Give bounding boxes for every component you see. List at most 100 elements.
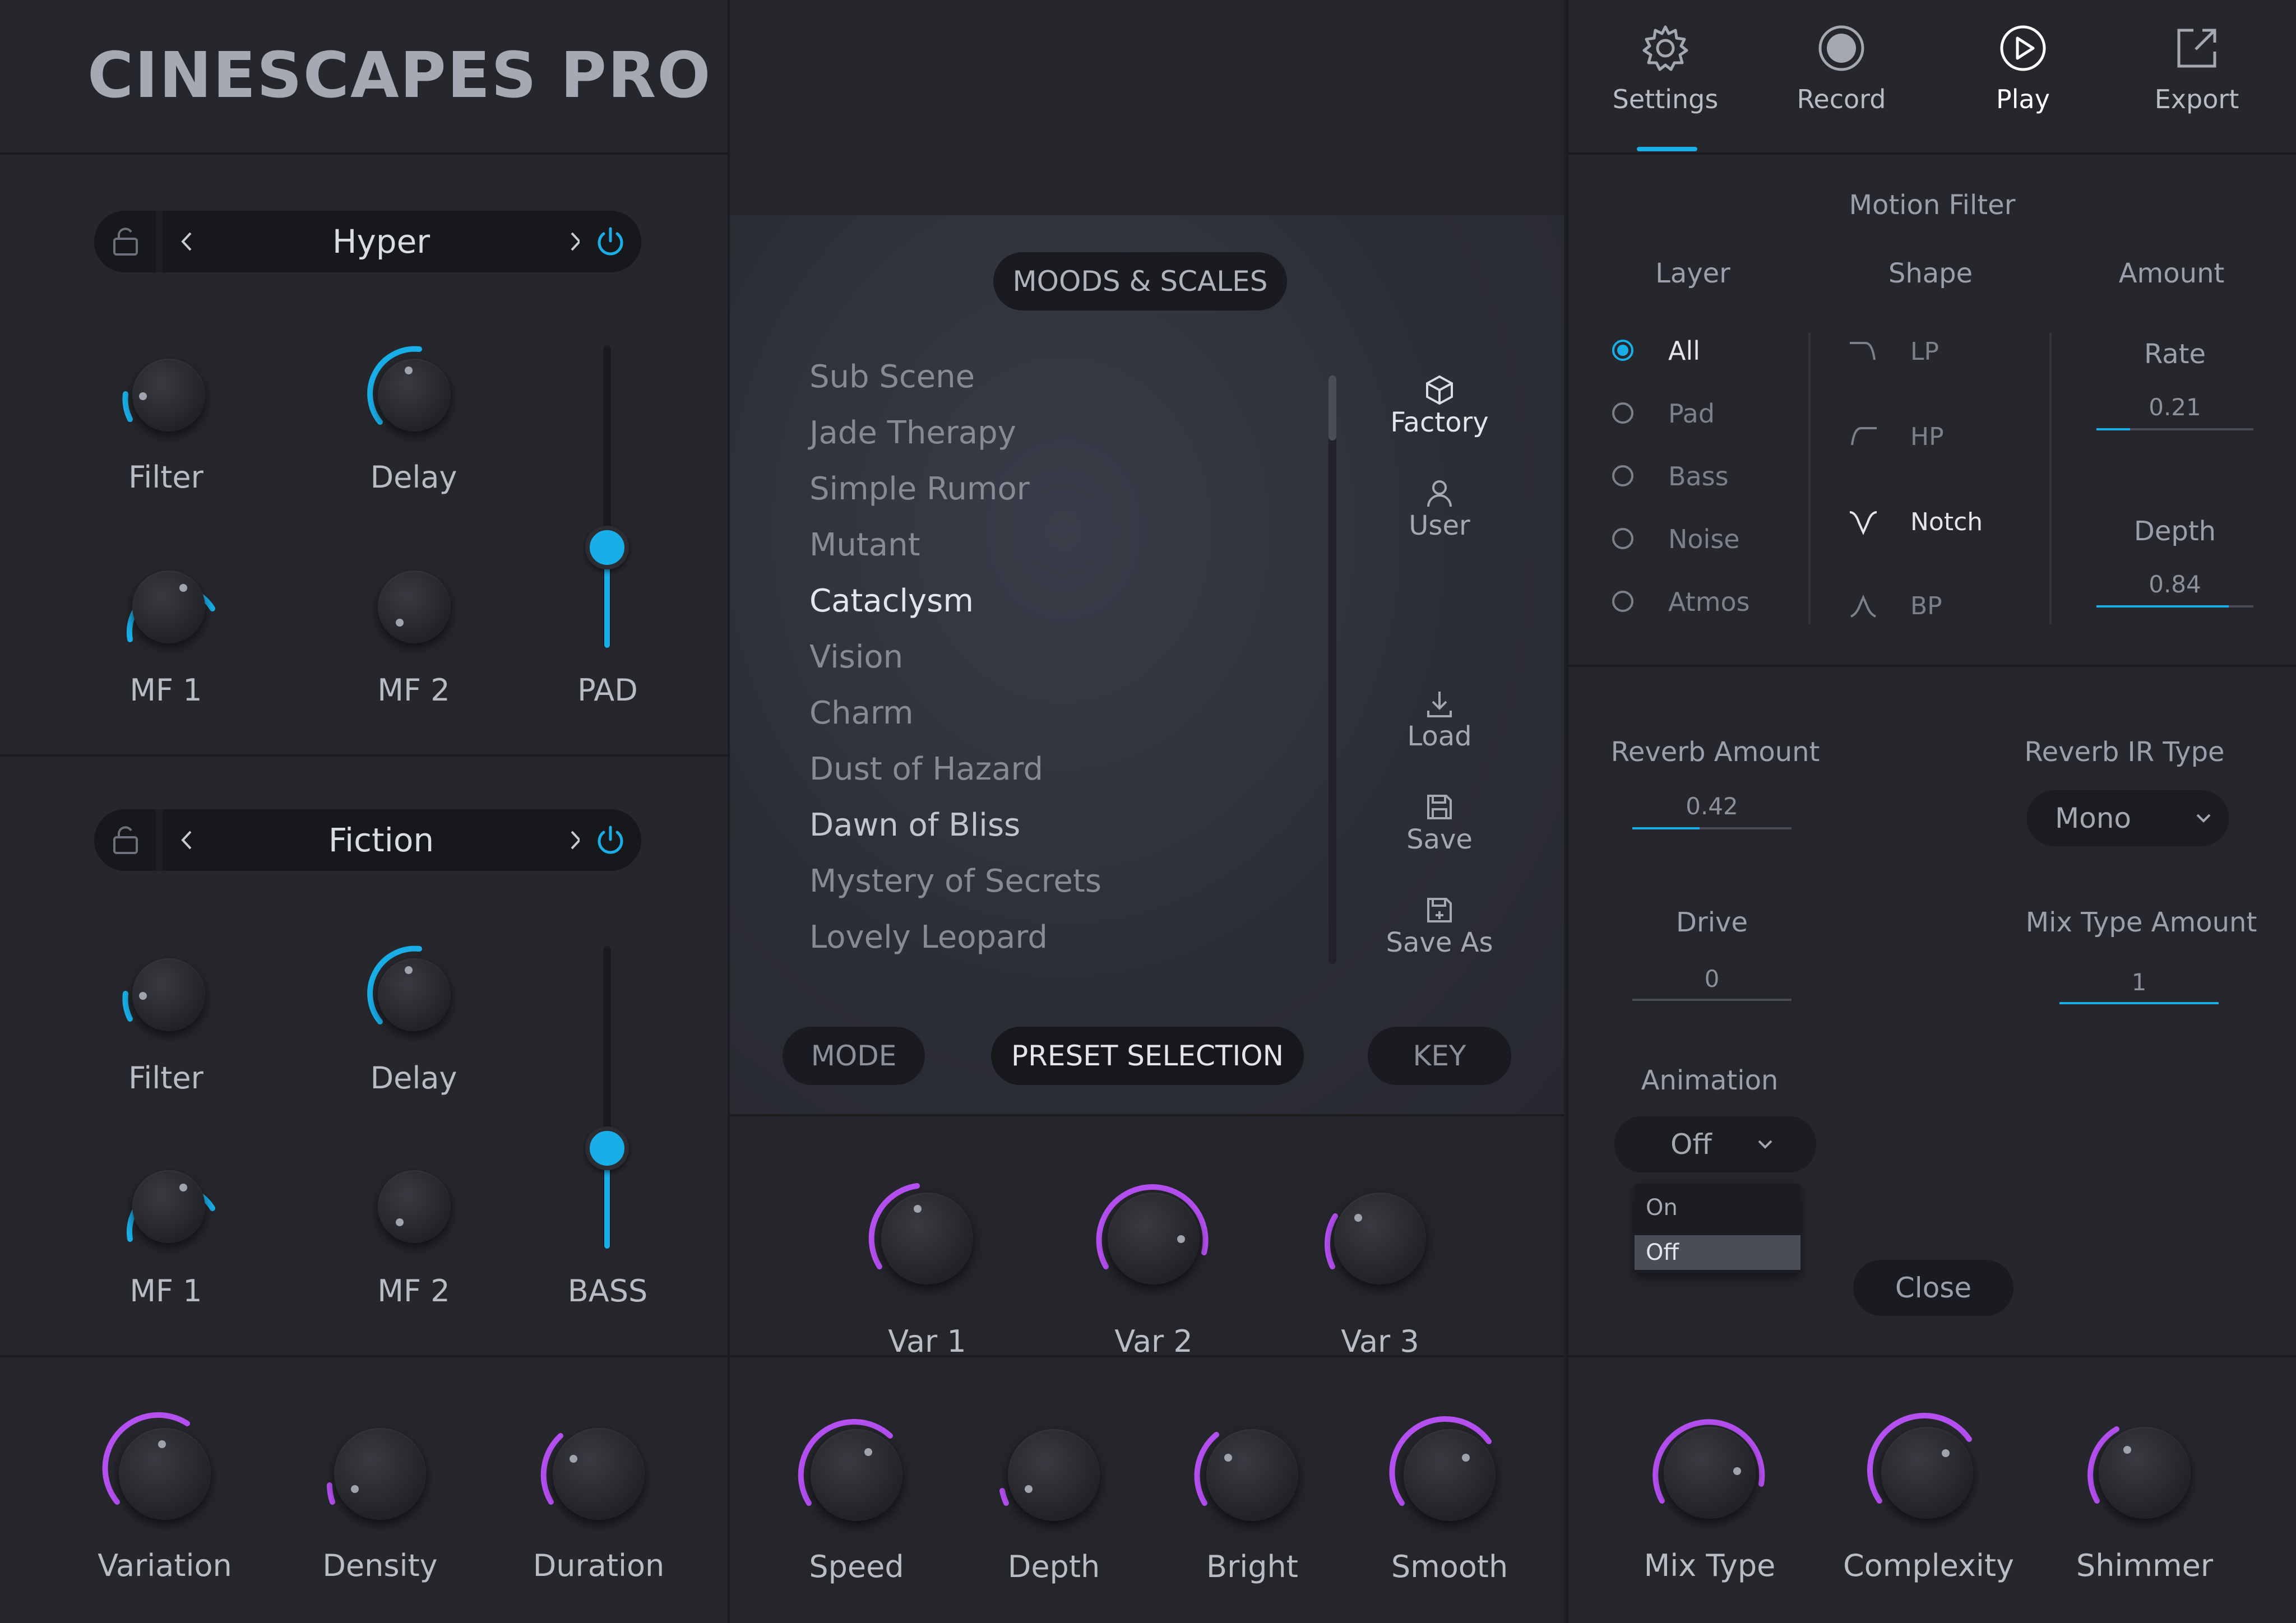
tab-play[interactable]: Play xyxy=(1964,22,2082,135)
knob-indicator xyxy=(1733,1467,1741,1475)
knob-indicator xyxy=(179,1184,187,1191)
preset-name-field[interactable]: Hyper xyxy=(213,211,549,272)
scrollbar-track[interactable] xyxy=(1328,375,1336,964)
tab-mode[interactable]: MODE xyxy=(783,1027,925,1085)
delay-label: Delay xyxy=(370,460,457,495)
shimmer-knob[interactable] xyxy=(2099,1427,2191,1519)
tab-preset-selection[interactable]: PRESET SELECTION xyxy=(991,1027,1304,1085)
user-button[interactable]: User xyxy=(1368,476,1511,560)
scrollbar-thumb[interactable] xyxy=(1328,375,1336,440)
mf2-knob[interactable] xyxy=(378,1170,451,1243)
delay-knob[interactable] xyxy=(378,958,451,1031)
delay-knob[interactable] xyxy=(378,359,451,432)
animation-select[interactable]: Off xyxy=(1614,1116,1816,1172)
list-item[interactable]: Mystery of Secrets xyxy=(809,863,1101,899)
list-item[interactable]: Vision xyxy=(809,639,903,675)
rate-field-track[interactable] xyxy=(2096,428,2253,430)
var1-knob[interactable] xyxy=(881,1193,973,1285)
list-item[interactable]: Sub Scene xyxy=(809,359,975,395)
prev-preset-button[interactable] xyxy=(163,809,213,871)
bass-fader-track[interactable] xyxy=(603,946,611,1249)
save-as-button[interactable]: Save As xyxy=(1368,893,1511,977)
mf1-knob[interactable] xyxy=(132,1170,205,1243)
category-pill[interactable]: MOODS & SCALES xyxy=(993,252,1287,310)
layer-radio-pad[interactable]: Pad xyxy=(1612,398,1792,437)
lock-icon xyxy=(113,228,138,256)
var3-knob[interactable] xyxy=(1334,1193,1426,1285)
complexity-knob[interactable] xyxy=(1881,1427,1973,1519)
list-item[interactable]: Charm xyxy=(809,695,914,731)
tab-key[interactable]: KEY xyxy=(1368,1027,1511,1085)
shape-notch[interactable]: Notch xyxy=(1848,504,2027,544)
reverb-amount-track[interactable] xyxy=(1632,827,1792,829)
factory-button[interactable]: Factory xyxy=(1368,373,1511,457)
shape-lp[interactable]: LP xyxy=(1848,334,2027,373)
bass-fader-handle[interactable] xyxy=(585,1126,629,1170)
mix-type-amount-track[interactable] xyxy=(2059,1002,2219,1004)
layer-radio-atmos[interactable]: Atmos xyxy=(1612,586,1792,625)
drive-value[interactable]: 0 xyxy=(1632,965,1792,993)
pad-fader-handle[interactable] xyxy=(585,526,629,569)
layer-radio-noise[interactable]: Noise xyxy=(1612,523,1792,563)
smooth-label: Smooth xyxy=(1391,1549,1508,1584)
radio-label: Bass xyxy=(1668,461,1729,491)
shape-bp[interactable]: BP xyxy=(1848,588,2027,628)
animation-value: Off xyxy=(1670,1128,1712,1161)
mf1-knob[interactable] xyxy=(132,571,205,643)
menu-item-off[interactable]: Off xyxy=(1635,1235,1800,1270)
knob-indicator xyxy=(570,1455,577,1463)
chevron-left-icon xyxy=(181,831,192,850)
list-item[interactable]: Dust of Hazard xyxy=(809,751,1043,787)
depth-knob[interactable] xyxy=(1008,1429,1100,1521)
tab-record[interactable]: Record xyxy=(1783,22,1900,135)
preset-name-field[interactable]: Fiction xyxy=(213,809,549,871)
lock-button[interactable] xyxy=(94,211,156,272)
reverb-amount-value[interactable]: 0.42 xyxy=(1632,792,1792,820)
filter-knob[interactable] xyxy=(132,359,205,432)
layer-radio-all[interactable]: All xyxy=(1612,335,1792,374)
density-knob[interactable] xyxy=(334,1428,426,1520)
mix-type-knob[interactable] xyxy=(1664,1427,1756,1519)
radio-button xyxy=(1612,340,1633,361)
shape-hp[interactable]: HP xyxy=(1848,419,2027,458)
power-button[interactable] xyxy=(580,211,641,272)
complexity-label: Complexity xyxy=(1843,1548,2014,1583)
close-button[interactable]: Close xyxy=(1853,1260,2013,1316)
rate-value[interactable]: 0.21 xyxy=(2096,393,2253,421)
reverb-ir-type-select[interactable]: Mono xyxy=(2027,790,2229,846)
depth-field-track[interactable] xyxy=(2096,605,2253,608)
menu-item-on[interactable]: On xyxy=(1635,1188,1800,1227)
list-item[interactable]: Dawn of Bliss xyxy=(809,807,1020,843)
drive-track[interactable] xyxy=(1632,999,1792,1001)
power-button[interactable] xyxy=(580,809,641,871)
duration-knob[interactable] xyxy=(553,1428,645,1520)
list-item-selected[interactable]: Cataclysm xyxy=(809,583,974,619)
bright-knob[interactable] xyxy=(1206,1429,1298,1521)
play-label: Play xyxy=(1996,84,2050,114)
smooth-knob[interactable] xyxy=(1404,1429,1496,1521)
divider xyxy=(0,1355,728,1357)
active-tab-indicator xyxy=(1637,147,1697,151)
lock-button[interactable] xyxy=(94,809,156,871)
load-button[interactable]: Load xyxy=(1368,687,1511,771)
tab-export[interactable]: Export xyxy=(2138,22,2256,135)
list-item[interactable]: Lovely Leopard xyxy=(809,919,1048,956)
list-item[interactable]: Mutant xyxy=(809,527,920,563)
speed-knob[interactable] xyxy=(811,1429,902,1521)
pad-fader-track[interactable] xyxy=(603,345,611,648)
depth-label: Depth xyxy=(1007,1549,1100,1584)
list-item[interactable]: Jade Therapy xyxy=(809,415,1016,451)
save-button[interactable]: Save xyxy=(1368,790,1511,874)
layer-radio-bass[interactable]: Bass xyxy=(1612,461,1792,500)
filter-knob[interactable] xyxy=(132,958,205,1031)
prev-preset-button[interactable] xyxy=(163,211,213,272)
variation-knob[interactable] xyxy=(119,1428,211,1520)
download-icon xyxy=(1427,692,1452,717)
knob-indicator xyxy=(405,966,413,974)
var2-knob[interactable] xyxy=(1108,1193,1200,1285)
depth-value[interactable]: 0.84 xyxy=(2096,571,2253,598)
tab-settings[interactable]: Settings xyxy=(1607,22,1724,135)
list-item[interactable]: Simple Rumor xyxy=(809,471,1030,507)
mf2-knob[interactable] xyxy=(378,571,451,643)
mix-type-amount-value[interactable]: 1 xyxy=(2059,968,2219,996)
